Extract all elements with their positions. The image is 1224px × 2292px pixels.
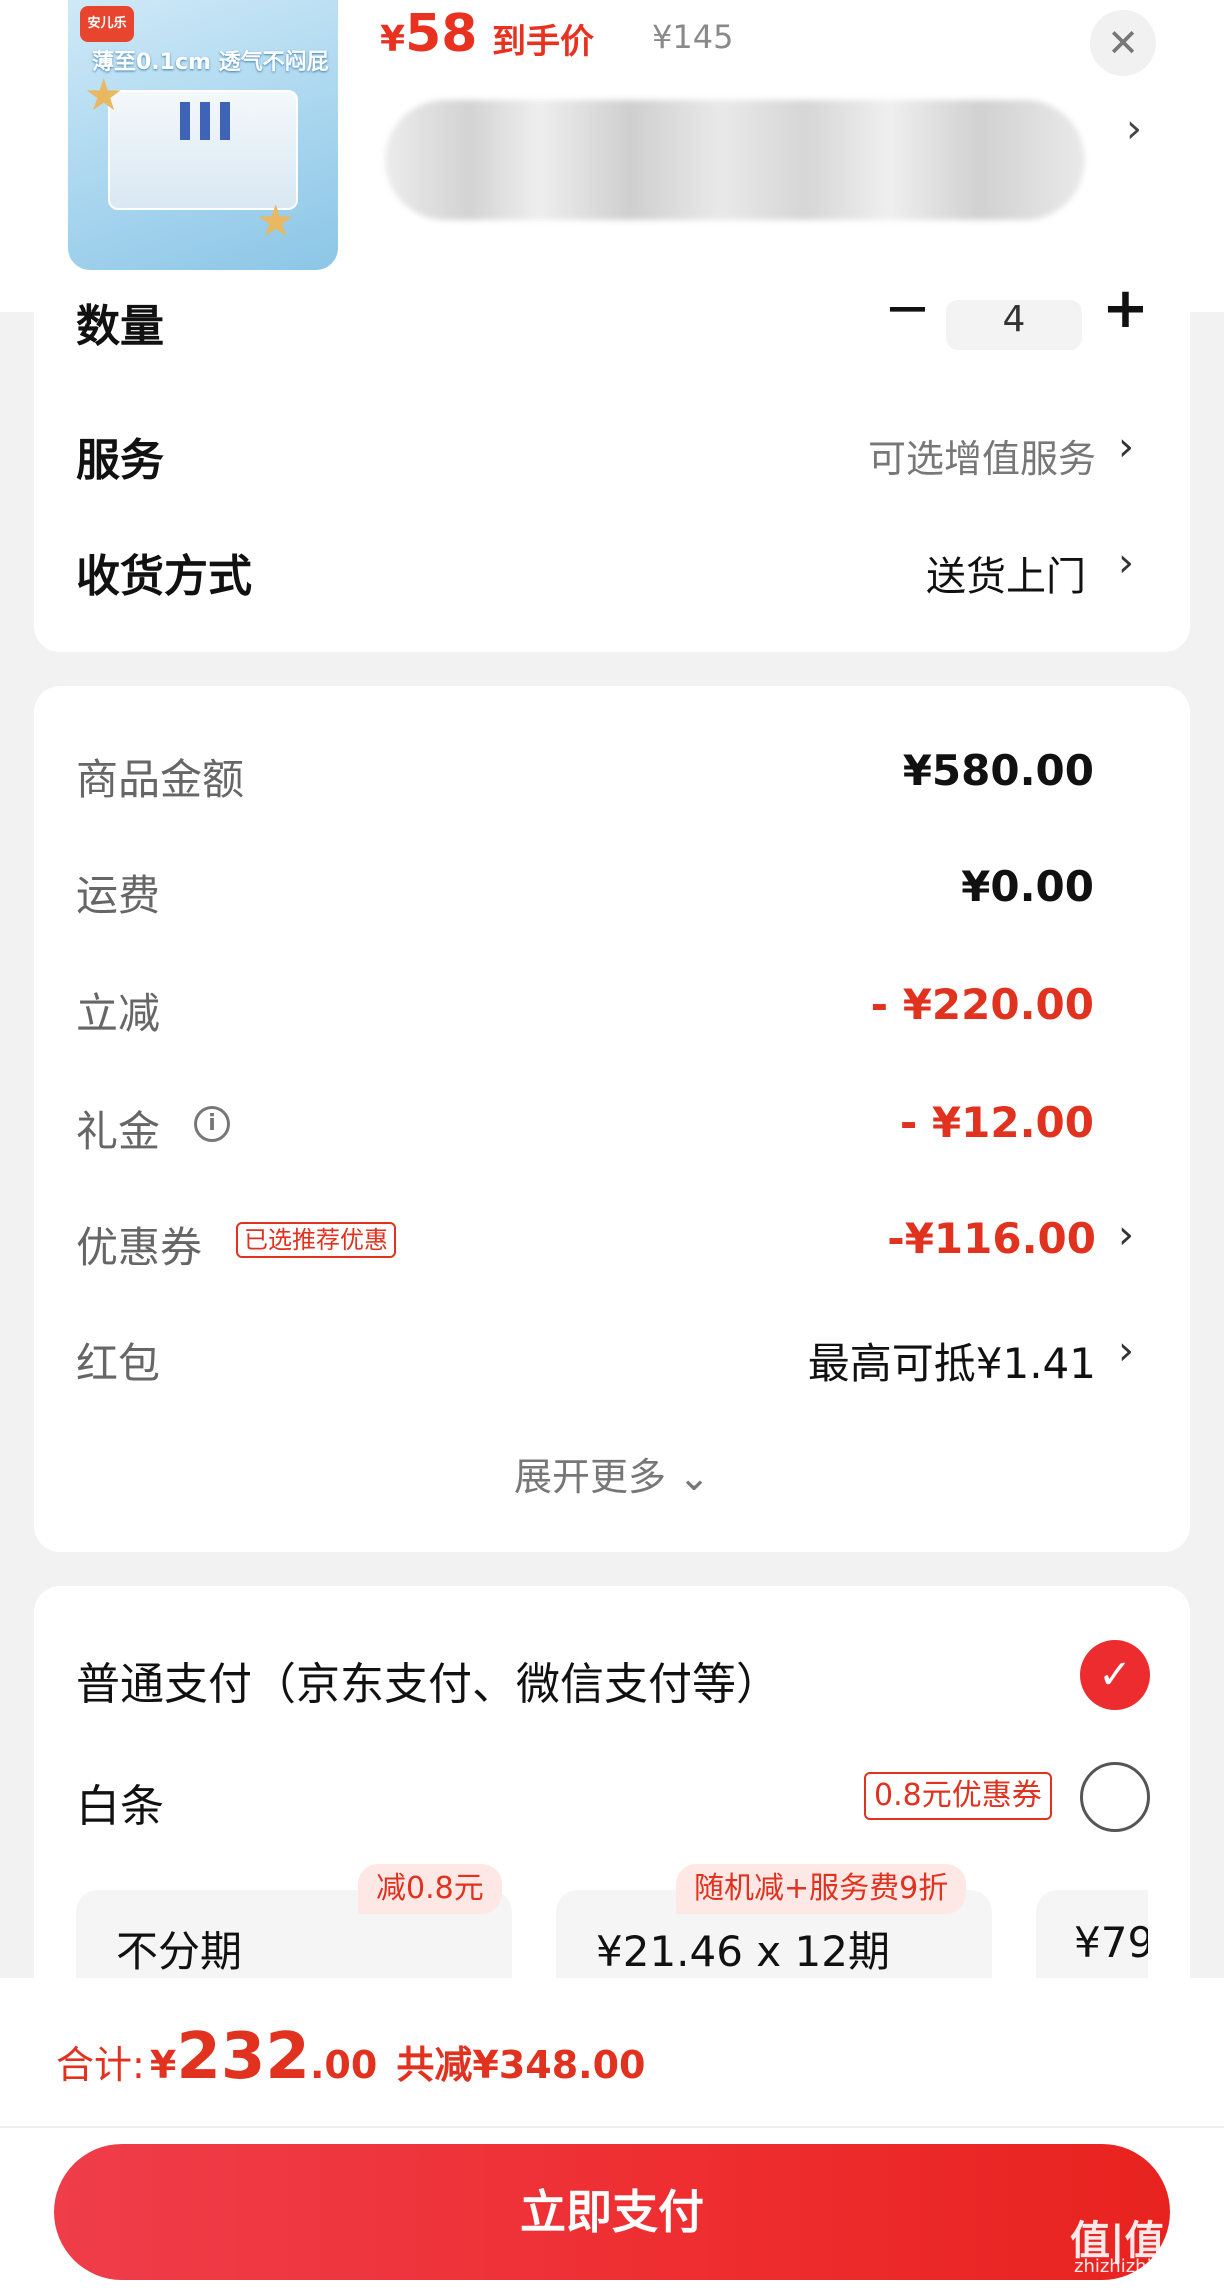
close-icon: ✕ [1107, 21, 1139, 65]
normal-payment-radio[interactable]: ✓ [1080, 1640, 1150, 1710]
starfish-icon: ★ [84, 70, 124, 121]
installment-text: ¥21.46 x 12期 [596, 1927, 890, 1976]
site-watermark-url: zhizhizhi.com [1074, 2256, 1196, 2277]
starfish-icon: ★ [256, 196, 296, 247]
shipping-fee-value: ¥0.00 [961, 862, 1094, 911]
info-icon[interactable]: i [194, 1106, 230, 1142]
gift-money-label: 礼金 [76, 1107, 161, 1156]
chevron-right-icon[interactable]: › [1118, 1212, 1134, 1258]
installment-text: ¥79 [1074, 1918, 1148, 1967]
delivery-label: 收货方式 [76, 551, 252, 602]
instant-discount-label: 立减 [76, 989, 161, 1038]
divider [0, 2126, 1224, 2128]
chevron-right-icon[interactable]: › [1118, 1328, 1134, 1374]
instant-discount-value: - ¥220.00 [870, 980, 1094, 1029]
installment-tag: 减0.8元 [358, 1864, 502, 1914]
original-price: ¥145 [652, 18, 734, 56]
total-saved: 共减¥348.00 [396, 2043, 646, 2087]
goods-amount-label: 商品金额 [76, 755, 245, 804]
checkmark-icon: ✓ [1098, 1652, 1132, 1698]
quantity-input[interactable]: 4 [946, 300, 1082, 350]
quantity-label: 数量 [76, 301, 164, 352]
package-stripe [220, 102, 230, 140]
product-thumbnail[interactable]: 安儿乐 薄至0.1cm 透气不闷屁 ★ ★ [68, 0, 338, 270]
red-packet-value[interactable]: 最高可抵¥1.41 [808, 1330, 1096, 1391]
price-value: 58 [405, 4, 478, 64]
product-title-blurred[interactable] [385, 100, 1085, 220]
quantity-increase-button[interactable]: + [1102, 276, 1149, 341]
package-stripe [180, 102, 190, 140]
close-button[interactable]: ✕ [1090, 10, 1156, 76]
coupon-selected-badge: 已选推荐优惠 [236, 1222, 396, 1258]
total-label: 合计: [56, 2043, 145, 2087]
service-value[interactable]: 可选增值服务 [868, 428, 1096, 483]
product-slogan: 薄至0.1cm 透气不闷屁 [92, 50, 329, 75]
total-symbol: ¥ [149, 2043, 177, 2087]
goods-amount-value: ¥580.00 [902, 746, 1094, 795]
brand-logo: 安儿乐 [80, 6, 134, 42]
diaper-package-image [108, 90, 298, 210]
coupon-label: 优惠券 [76, 1223, 203, 1272]
package-stripe [200, 102, 210, 140]
quantity-decrease-button[interactable]: − [884, 276, 931, 341]
total-int: 232 [176, 2020, 310, 2094]
final-price-tag: 到手价 [492, 22, 594, 62]
pay-now-button[interactable]: 立即支付 [54, 2144, 1170, 2280]
final-price: ¥58 [380, 4, 477, 64]
total-decimal: .00 [309, 2043, 378, 2087]
service-label: 服务 [76, 435, 164, 486]
delivery-value[interactable]: 送货上门 [926, 544, 1086, 602]
price-symbol: ¥ [380, 19, 406, 60]
normal-payment-label[interactable]: 普通支付（京东支付、微信支付等） [76, 1648, 780, 1712]
installment-text: 不分期 [116, 1927, 243, 1976]
installment-tag: 随机减+服务费9折 [676, 1864, 967, 1914]
baitiao-label[interactable]: 白条 [76, 1770, 164, 1834]
red-packet-label: 红包 [76, 1339, 161, 1388]
shipping-fee-label: 运费 [76, 871, 161, 920]
coupon-value[interactable]: -¥116.00 [887, 1214, 1096, 1263]
baitiao-radio[interactable] [1080, 1762, 1150, 1832]
chevron-right-icon[interactable]: › [1126, 106, 1142, 152]
expand-more-button[interactable]: 展开更多 ⌄ [0, 1446, 1224, 1501]
gift-money-value: - ¥12.00 [899, 1098, 1094, 1147]
baitiao-coupon-badge: 0.8元优惠券 [864, 1772, 1052, 1820]
chevron-right-icon[interactable]: › [1118, 424, 1134, 470]
total-summary: 合计: ¥232.00 共减¥348.00 [56, 2020, 645, 2094]
chevron-right-icon[interactable]: › [1118, 540, 1134, 586]
